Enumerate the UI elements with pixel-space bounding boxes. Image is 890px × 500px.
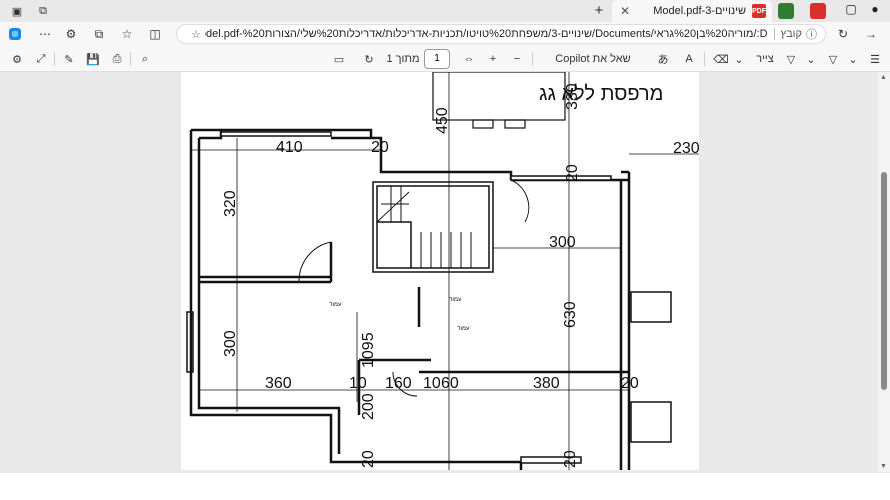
- page-count-label: מתוך 1: [386, 53, 420, 65]
- scroll-down-icon[interactable]: ▼: [880, 463, 887, 470]
- new-tab-button[interactable]: +: [590, 2, 608, 19]
- window-left-controls: ▣ ⧉: [6, 3, 54, 19]
- toolbar-divider: [130, 52, 131, 66]
- refresh-icon[interactable]: ↻: [834, 26, 852, 42]
- print-icon[interactable]: ⎙: [108, 51, 126, 67]
- highlight-icon[interactable]: ▽: [824, 51, 842, 67]
- toolbar-divider: [532, 52, 533, 66]
- extension-icon[interactable]: ⚙: [62, 26, 80, 42]
- dim-label: 160: [385, 375, 412, 392]
- bottom-bar: [0, 472, 890, 500]
- dim-label: 200: [360, 393, 377, 420]
- user-avatar-icon[interactable]: ●: [866, 2, 884, 16]
- dim-label: 20: [621, 375, 639, 392]
- tab-other-icon[interactable]: [778, 3, 794, 19]
- ask-copilot-button[interactable]: שאל את Copilot: [540, 51, 646, 67]
- eraser-icon[interactable]: ⌫: [712, 51, 730, 67]
- tab-pdf-icon[interactable]: [810, 3, 826, 19]
- toolbar-divider: [54, 52, 55, 66]
- fullscreen-icon[interactable]: ⤢: [32, 51, 50, 67]
- tab-title: שינויים-Model.pdf-3: [653, 5, 746, 17]
- address-url[interactable]: D:/מוריה%20בן%20גראי/Documents/שינויים-3…: [205, 28, 768, 40]
- title-bar: ▣ ⧉ + ✕ שינויים-Model.pdf-3 PDF ▢ ●: [0, 0, 890, 22]
- collections-icon[interactable]: ⧉: [90, 26, 108, 42]
- copilot-icon[interactable]: [6, 26, 24, 42]
- contents-icon[interactable]: ☰: [866, 51, 884, 67]
- pdf-file-icon: PDF: [752, 4, 766, 18]
- vertical-scrollbar[interactable]: ▲ ▼: [878, 72, 890, 472]
- read-aloud-icon[interactable]: あ: [654, 51, 672, 67]
- column-label: עמוד: [329, 302, 342, 308]
- pdf-toolbar: ⚙ ⤢ ✎ 💾 ⎙ ⌕ ▭ ↻ מתוך 1 1 ⇔ + − שאל את Co…: [0, 46, 890, 72]
- page-number-input[interactable]: 1: [424, 49, 450, 69]
- dim-label: 380: [533, 375, 560, 392]
- search-icon[interactable]: ⌕: [136, 51, 154, 67]
- dim-label: 10: [423, 375, 441, 392]
- dim-label: 60: [441, 375, 459, 392]
- pdf-page: 410 20 320 300 300 630 360 10 160 10 60 …: [181, 72, 699, 470]
- address-row: ⋯ ⚙ ⧉ ☆ ◫ ☆ D:/מוריה%20בן%20גראי/Documen…: [0, 22, 890, 46]
- door-swings: [298, 179, 530, 397]
- column-label: עמוד: [457, 326, 470, 332]
- dim-label: 20: [564, 164, 581, 182]
- address-file-label: קובץ: [780, 28, 802, 40]
- staircase: [372, 181, 494, 273]
- workspaces-icon[interactable]: ⧉: [32, 3, 54, 19]
- fit-width-icon[interactable]: ⇔: [460, 51, 478, 67]
- scroll-up-icon[interactable]: ▲: [880, 74, 887, 81]
- column-label: עמוד: [449, 297, 462, 303]
- address-bar[interactable]: ☆ D:/מוריה%20בן%20גראי/Documents/שינויים…: [176, 24, 826, 44]
- dim-label: 360: [265, 375, 292, 392]
- info-icon[interactable]: ⓘ: [806, 26, 817, 42]
- tab-pdf-active[interactable]: ✕ שינויים-Model.pdf-3 PDF: [612, 0, 772, 22]
- dim-label: 230: [673, 140, 699, 157]
- draw-options-icon[interactable]: ⌄: [804, 51, 818, 67]
- favorites-icon[interactable]: ☆: [118, 26, 136, 42]
- zoom-out-button[interactable]: −: [508, 51, 526, 67]
- floor-plan-drawing: 410 20 320 300 300 630 360 10 160 10 60 …: [186, 72, 699, 470]
- dim-label: 300: [222, 330, 239, 357]
- draw-icon[interactable]: ▽: [782, 51, 800, 67]
- dim-label: 10: [349, 375, 367, 392]
- plan-title: מרפסת ללא גג: [539, 83, 663, 105]
- dim-label: 320: [222, 190, 239, 217]
- toolbar-divider: [704, 52, 705, 66]
- split-screen-icon[interactable]: ◫: [146, 26, 164, 42]
- rotate-icon[interactable]: ↻: [360, 51, 378, 67]
- restore-icon[interactable]: ▢: [842, 2, 860, 16]
- dim-label: 450: [434, 107, 451, 134]
- draw-label[interactable]: צייר: [752, 51, 778, 67]
- dim-label: 20: [360, 450, 377, 468]
- text-options-icon[interactable]: A: [680, 51, 698, 67]
- forward-icon[interactable]: →: [862, 26, 880, 42]
- dim-label: 20: [562, 450, 579, 468]
- dimension-labels: 410 20 320 300 300 630 360 10 160 10 60 …: [222, 83, 699, 468]
- dim-label: 20: [371, 139, 389, 156]
- settings-icon[interactable]: ⚙: [8, 51, 26, 67]
- highlight-options-icon[interactable]: ⌄: [846, 51, 860, 67]
- page-view-icon[interactable]: ▭: [330, 51, 348, 67]
- more-icon[interactable]: ⋯: [36, 26, 54, 42]
- eraser-options-icon[interactable]: ⌄: [732, 51, 746, 67]
- save-icon[interactable]: 💾: [84, 51, 102, 67]
- dim-label: 300: [549, 234, 576, 251]
- profile-icon[interactable]: ▣: [6, 3, 28, 19]
- dim-label: 410: [276, 139, 303, 156]
- address-divider: [773, 28, 775, 40]
- pdf-viewer[interactable]: 410 20 320 300 300 630 360 10 160 10 60 …: [0, 72, 878, 472]
- zoom-in-button[interactable]: +: [484, 51, 502, 67]
- tab-close-icon[interactable]: ✕: [618, 4, 632, 18]
- scrollbar-thumb[interactable]: [881, 172, 887, 390]
- edit-icon[interactable]: ✎: [60, 51, 78, 67]
- dim-label: 1095: [360, 332, 377, 368]
- dim-label: 630: [562, 301, 579, 328]
- favorite-star-icon[interactable]: ☆: [191, 28, 201, 41]
